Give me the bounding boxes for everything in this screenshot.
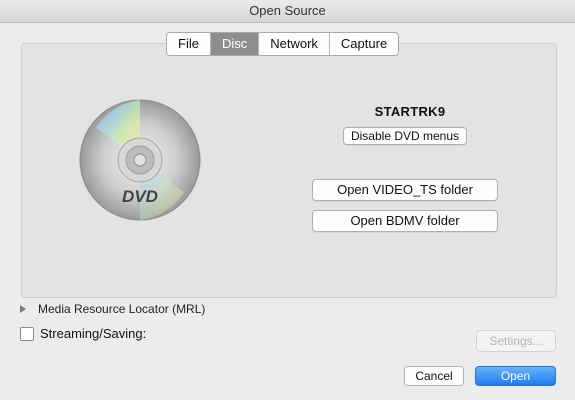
- tab-disc[interactable]: Disc: [210, 33, 260, 55]
- streaming-checkbox[interactable]: [20, 326, 34, 341]
- window-title: Open Source: [0, 0, 575, 23]
- mrl-disclosure[interactable]: Media Resource Locator (MRL): [20, 302, 205, 316]
- mrl-label: Media Resource Locator (MRL): [38, 302, 206, 316]
- dvd-logo: DVD: [122, 187, 158, 206]
- dvd-disc-icon: DVD: [79, 99, 201, 221]
- open-video-ts-folder-button[interactable]: Open VIDEO_TS folder: [312, 179, 498, 201]
- open-bdmv-folder-button[interactable]: Open BDMV folder: [312, 210, 498, 232]
- disable-dvd-menus-button[interactable]: Disable DVD menus: [343, 127, 467, 145]
- disc-title: STARTRK9: [374, 104, 446, 119]
- tab-file[interactable]: File: [167, 33, 211, 55]
- streaming-label: Streaming/Saving:: [40, 326, 147, 341]
- open-button[interactable]: Open: [475, 366, 556, 386]
- tab-capture[interactable]: Capture: [330, 33, 398, 55]
- disclosure-triangle-icon: [20, 305, 26, 313]
- settings-button[interactable]: Settings...: [476, 330, 556, 352]
- streaming-row: Streaming/Saving:: [20, 326, 146, 341]
- source-tabs: File Disc Network Capture: [166, 32, 400, 56]
- tab-network[interactable]: Network: [259, 33, 330, 55]
- cancel-button[interactable]: Cancel: [404, 366, 464, 386]
